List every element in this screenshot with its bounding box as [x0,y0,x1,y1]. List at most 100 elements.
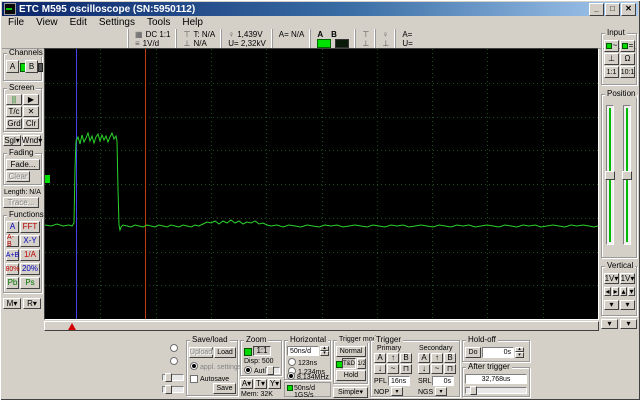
save-button[interactable]: Save [213,383,236,394]
vertical-down-button[interactable]: ▾ [628,287,635,296]
math-combo[interactable]: M ▾ [3,298,21,309]
title-bar[interactable]: ETC M595 oscilloscope (SN:5950112) _ □ ✕ [2,2,638,16]
pri-ac-button[interactable]: ~ [387,364,399,374]
menu-view[interactable]: View [30,17,64,28]
zoom-ratio-button[interactable]: 1:1 [253,346,271,356]
zoom-combo-t[interactable]: T ▾ [254,379,267,389]
maximize-button[interactable]: □ [605,2,620,16]
function-pb-button[interactable]: Pb [6,277,19,289]
autosave-checkbox[interactable] [190,375,198,383]
half-button[interactable]: 1/2 [357,358,366,369]
function-a-minus-b-button[interactable]: A-B [6,234,19,248]
function-inverse-button[interactable]: 1/A [20,249,40,261]
after-trigger-slider-handle[interactable] [470,386,477,395]
trace-button[interactable]: Trace... [3,197,39,208]
menu-edit[interactable]: Edit [64,17,93,28]
simple-combo[interactable]: Simple ▾ [333,387,368,398]
pfl-field[interactable]: 16ns [388,376,410,386]
zoom-auto-radio[interactable] [244,366,252,374]
function-fft-button[interactable]: FFT [20,221,40,233]
zoom-slider-handle[interactable] [267,366,274,375]
trigger-position-marker[interactable] [68,323,76,330]
input-gnd-a-button[interactable]: ⊥ [604,53,619,65]
upload-button[interactable]: Upload [189,347,213,358]
holdoff-do-button[interactable]: Do [465,347,481,358]
input-ac-b-button[interactable]: = [620,40,635,52]
function-xy-button[interactable]: X-Y [20,235,40,247]
load-button[interactable]: Load [214,347,236,358]
menu-settings[interactable]: Settings [93,17,141,28]
fade-clear-button[interactable]: Clear [6,171,30,182]
function-20pct-button[interactable]: 20% [20,263,40,275]
timebase-field[interactable]: 50ns/d [287,346,319,356]
sec-pulse-button[interactable]: ⊓ [444,364,456,374]
zoom-combo-y[interactable]: Y ▾ [268,379,281,389]
timebase-down-button[interactable]: ▾ [320,351,329,356]
function-a-plus-b-button[interactable]: A+B [6,249,19,261]
tgd-button[interactable]: T&D [342,358,356,369]
menu-file[interactable]: File [2,17,30,28]
tc-button[interactable]: T/c [6,106,22,117]
pri-source-b-button[interactable]: B [400,353,412,363]
vertical-extra-b-combo[interactable]: ▾ [620,300,635,310]
vertical-left-button[interactable]: ◂ [604,287,611,296]
bottom-slider-1-handle[interactable] [165,373,172,382]
run-button[interactable]: ▶ [23,94,39,105]
sec-source-a-button[interactable]: A [418,353,430,363]
sec-falling-button[interactable]: ↓ [418,364,430,374]
vertical-range-b-combo[interactable]: 1V ▾ [620,273,635,284]
channel-b-button[interactable]: B [25,60,38,73]
channel-b-status-swatch[interactable] [335,39,350,48]
holdoff-field[interactable]: 0s [482,347,514,358]
ngs-combo[interactable]: ▾ [435,387,447,396]
pause-button[interactable]: || [6,94,22,105]
input-probe-b-button[interactable]: 10:1 [620,66,635,78]
vertical-up-button[interactable]: ▴ [620,287,627,296]
input-probe-a-button[interactable]: 1:1 [604,66,619,78]
function-80pct-button[interactable]: 80% [6,263,20,275]
hold-button[interactable]: Hold [336,370,366,381]
pri-rising-button[interactable]: ↑ [387,353,399,363]
bottom-slider-2-track[interactable] [162,385,184,394]
horizontal-opt3-radio[interactable] [287,372,295,380]
single-combo[interactable]: Sgl ▾ [3,135,21,146]
ref-combo[interactable]: R ▾ [23,298,41,309]
srl-field[interactable]: 0s [432,376,454,386]
vertical-right-button[interactable]: ▸ [612,287,619,296]
holdoff-down-button[interactable]: ▾ [515,352,524,358]
pri-falling-button[interactable]: ↓ [374,364,386,374]
menu-tools[interactable]: Tools [141,17,176,28]
position-slider-b-handle[interactable] [622,171,632,180]
bottom-slider-2-handle[interactable] [165,385,172,394]
input-ac-a-button[interactable]: ~ [604,40,619,52]
function-a-button[interactable]: A [6,221,19,233]
screen-clear-icon-button[interactable]: ✕ [23,106,39,117]
scope-display[interactable] [44,48,599,320]
clear-button[interactable]: Clr [23,118,39,129]
horizontal-opt1-radio[interactable] [288,358,296,366]
minimize-button[interactable]: _ [589,2,604,16]
position-slider-a-handle[interactable] [605,171,615,180]
bottom-radio-2[interactable] [170,357,178,365]
right-bottom-combo-1[interactable]: ▾ [601,319,618,329]
sec-source-b-button[interactable]: B [444,353,456,363]
pri-pulse-button[interactable]: ⊓ [400,364,412,374]
vertical-range-a-combo[interactable]: 1V ▾ [604,273,619,284]
normal-button[interactable]: Normal [336,346,366,357]
after-trigger-slider-track[interactable] [465,386,527,395]
input-gnd-b-button[interactable]: Ω [620,53,635,65]
nop-combo[interactable]: ▾ [391,387,403,396]
right-bottom-combo-2[interactable]: ▾ [620,319,637,329]
window-combo[interactable]: Wnd ▾ [22,135,42,146]
vertical-extra-a-combo[interactable]: ▾ [604,300,619,310]
sec-rising-button[interactable]: ↑ [431,353,443,363]
scope-scroll-strip[interactable] [44,321,599,331]
close-button[interactable]: ✕ [621,2,636,16]
zoom-slider-track[interactable] [265,366,280,375]
sec-ac-button[interactable]: ~ [431,364,443,374]
grid-button[interactable]: Grd [6,118,22,129]
zoom-combo-a[interactable]: A ▾ [240,379,253,389]
bottom-slider-1-track[interactable] [162,373,184,382]
channel-a-button[interactable]: A [6,60,19,73]
appl-settings-radio[interactable] [190,362,198,370]
